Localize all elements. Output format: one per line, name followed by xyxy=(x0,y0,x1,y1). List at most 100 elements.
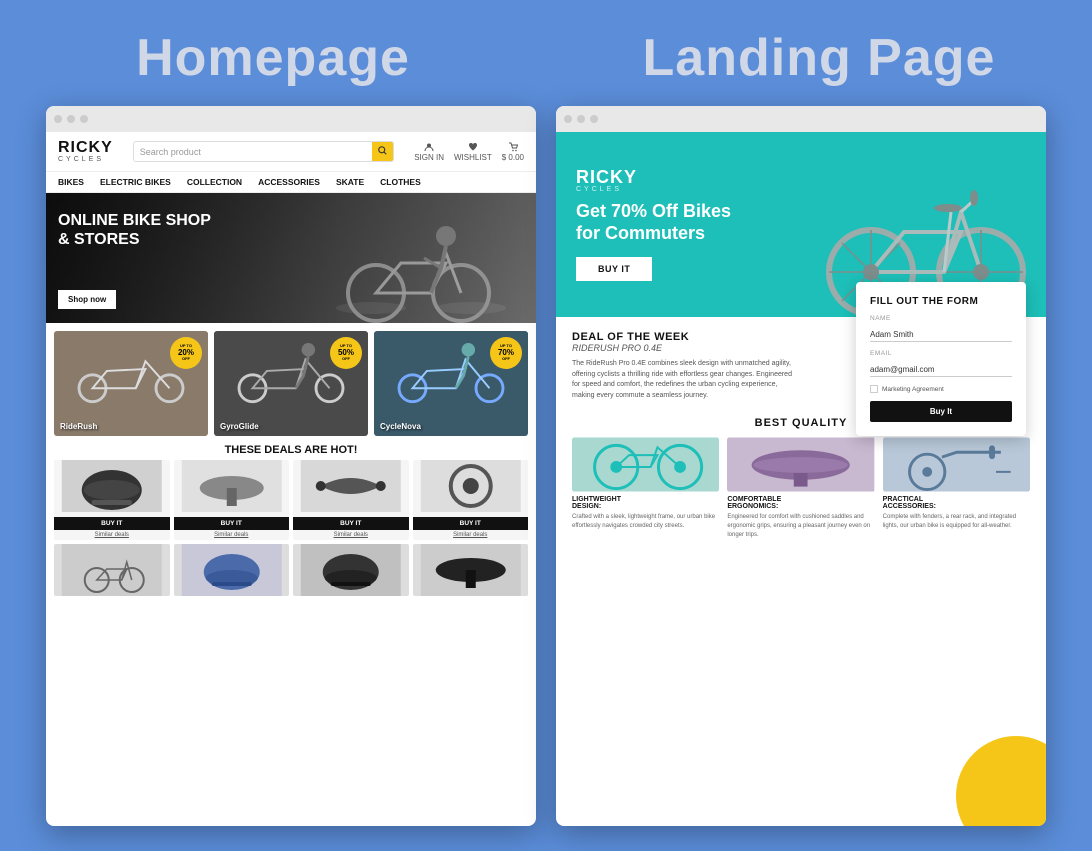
lp-hero-text-block: RICKY CYCLES Get 70% Off Bikes for Commu… xyxy=(556,148,751,300)
homepage-window: RICKY CYCLES SIGN IN WISH xyxy=(46,106,536,826)
similar-deals-link-1[interactable]: Similar deals xyxy=(174,530,290,540)
quality-heading-0: LIGHTWEIGHT DESIGN: xyxy=(572,496,719,510)
similar-deals-link-0[interactable]: Similar deals xyxy=(54,530,170,540)
hp-deals-grid-1: BUY IT Similar deals BUY IT Similar deal… xyxy=(46,460,536,540)
lp-checkbox-row: Marketing Agreement xyxy=(870,385,1012,393)
hp-hero: ONLINE BIKE SHOP & STORES Shop now xyxy=(46,193,536,323)
product-name-1: GyroGlide xyxy=(220,422,259,431)
cart-label: $ 0.00 xyxy=(502,153,524,162)
quality-card-2: PRACTICAL ACCESSORIES: Complete with fen… xyxy=(883,437,1030,540)
lp-form-card: FILL OUT THE FORM NAME EMAIL Marketing A… xyxy=(856,282,1026,436)
search-input[interactable] xyxy=(134,143,372,161)
lp-logo: RICKY CYCLES xyxy=(576,168,731,193)
deal-img-3 xyxy=(413,460,529,512)
browser-dot-5 xyxy=(577,115,585,123)
browser-dot-1 xyxy=(54,115,62,123)
product-card-riderush[interactable]: UP TO 20% OFF RideRush xyxy=(54,331,208,436)
lp-name-input[interactable] xyxy=(870,328,1012,342)
search-button[interactable] xyxy=(372,142,393,161)
lp-logo-cycles: CYCLES xyxy=(576,186,731,193)
white-arc-decoration xyxy=(906,706,966,766)
landing-content: RICKY CYCLES Get 70% Off Bikes for Commu… xyxy=(556,132,1046,826)
quality-card-1: COMFORTABLE ERGONOMICS: Engineered for c… xyxy=(727,437,874,540)
lp-form-submit-button[interactable]: Buy It xyxy=(870,401,1012,422)
similar-deals-link-3[interactable]: Similar deals xyxy=(413,530,529,540)
lp-checkbox-label: Marketing Agreement xyxy=(882,386,944,393)
hp-deals-title: THESE DEALS ARE HOT! xyxy=(46,440,536,460)
quality-card-0: LIGHTWEIGHT DESIGN: Crafted with a sleek… xyxy=(572,437,719,540)
lp-email-input[interactable] xyxy=(870,363,1012,377)
lp-name-label: NAME xyxy=(870,315,1012,322)
user-icon xyxy=(424,142,434,152)
hero-bike-illustration xyxy=(316,198,516,323)
product-badge-0: UP TO 20% OFF xyxy=(170,337,202,369)
product-name-0: RideRush xyxy=(60,422,97,431)
hp-nav: BIKES ELECTRIC BIKES COLLECTION ACCESSOR… xyxy=(46,172,536,193)
hp-logo-ricky: RICKY xyxy=(58,140,113,156)
sign-in-label: SIGN IN xyxy=(414,153,444,162)
buy-it-button-3[interactable]: BUY IT xyxy=(413,517,529,530)
quality-heading-2: PRACTICAL ACCESSORIES: xyxy=(883,496,1030,510)
product-badge-1: UP TO 50% OFF xyxy=(330,337,362,369)
buy-it-button-0[interactable]: BUY IT xyxy=(54,517,170,530)
browser-dot-2 xyxy=(67,115,75,123)
hp-logo-cycles: CYCLES xyxy=(58,156,113,163)
wishlist-icon-item[interactable]: WISHLIST xyxy=(454,142,492,162)
browser-dot-6 xyxy=(590,115,598,123)
quality-img-1 xyxy=(727,437,874,492)
product-badge-2: UP TO 70% OFF xyxy=(490,337,522,369)
nav-clothes[interactable]: CLOTHES xyxy=(380,177,421,187)
nav-accessories[interactable]: ACCESSORIES xyxy=(258,177,320,187)
deal-img2-2 xyxy=(293,544,409,596)
landing-title: Landing Page xyxy=(546,10,1092,98)
quality-img-0 xyxy=(572,437,719,492)
nav-skate[interactable]: SKATE xyxy=(336,177,364,187)
hp-deals-grid-2 xyxy=(46,540,536,596)
marketing-checkbox[interactable] xyxy=(870,385,878,393)
hp-search-bar[interactable] xyxy=(133,141,394,162)
nav-collection[interactable]: COLLECTION xyxy=(187,177,242,187)
sign-in-icon-item[interactable]: SIGN IN xyxy=(414,142,444,162)
browser-bar-homepage xyxy=(46,106,536,132)
yellow-decoration xyxy=(956,736,1046,826)
shop-now-button[interactable]: Shop now xyxy=(58,290,116,309)
heart-icon xyxy=(468,142,478,152)
quality-text-0: Crafted with a sleek, lightweight frame,… xyxy=(572,513,719,531)
hp-header-icons: SIGN IN WISHLIST $ 0.00 xyxy=(414,142,524,162)
quality-text-2: Complete with fenders, a rear rack, and … xyxy=(883,513,1030,531)
deal-card-3[interactable]: BUY IT Similar deals xyxy=(413,460,529,540)
lp-form-title: FILL OUT THE FORM xyxy=(870,296,1012,307)
browser-dot-4 xyxy=(564,115,572,123)
lp-quality-grid: LIGHTWEIGHT DESIGN: Crafted with a sleek… xyxy=(572,437,1030,540)
lp-buy-it-button[interactable]: BUY IT xyxy=(576,257,652,281)
buy-it-button-1[interactable]: BUY IT xyxy=(174,517,290,530)
deal-img2-0 xyxy=(54,544,170,596)
deal-img2-3 xyxy=(413,544,529,596)
hp-products-row: UP TO 20% OFF RideRush xyxy=(46,323,536,440)
hp-hero-text: ONLINE BIKE SHOP & STORES xyxy=(58,211,211,249)
product-name-2: CycleNova xyxy=(380,422,421,431)
deal-img-2 xyxy=(293,460,409,512)
quality-text-1: Engineered for comfort with cushioned sa… xyxy=(727,513,874,540)
nav-electric[interactable]: ELECTRIC BIKES xyxy=(100,177,171,187)
deal-img-0 xyxy=(54,460,170,512)
similar-deals-link-2[interactable]: Similar deals xyxy=(293,530,409,540)
quality-heading-1: COMFORTABLE ERGONOMICS: xyxy=(727,496,874,510)
deal-card-1[interactable]: BUY IT Similar deals xyxy=(174,460,290,540)
browser-bar-landing xyxy=(556,106,1046,132)
nav-bikes[interactable]: BIKES xyxy=(58,177,84,187)
hp-header: RICKY CYCLES SIGN IN WISH xyxy=(46,132,536,172)
product-card-cyclenova[interactable]: UP TO 70% OFF CycleNova xyxy=(374,331,528,436)
buy-it-button-2[interactable]: BUY IT xyxy=(293,517,409,530)
cart-icon-item[interactable]: $ 0.00 xyxy=(502,142,524,162)
deal-card-2[interactable]: BUY IT Similar deals xyxy=(293,460,409,540)
product-card-gyroglide[interactable]: UP TO 50% OFF GyroGlide xyxy=(214,331,368,436)
quality-img-2 xyxy=(883,437,1030,492)
deal-img2-1 xyxy=(174,544,290,596)
cart-icon xyxy=(508,142,518,152)
lp-deal-desc: The RideRush Pro 0.4E combines sleek des… xyxy=(572,359,792,401)
homepage-title: Homepage xyxy=(0,10,546,98)
homepage-content: RICKY CYCLES SIGN IN WISH xyxy=(46,132,536,826)
deal-card-0[interactable]: BUY IT Similar deals xyxy=(54,460,170,540)
wishlist-label: WISHLIST xyxy=(454,153,492,162)
